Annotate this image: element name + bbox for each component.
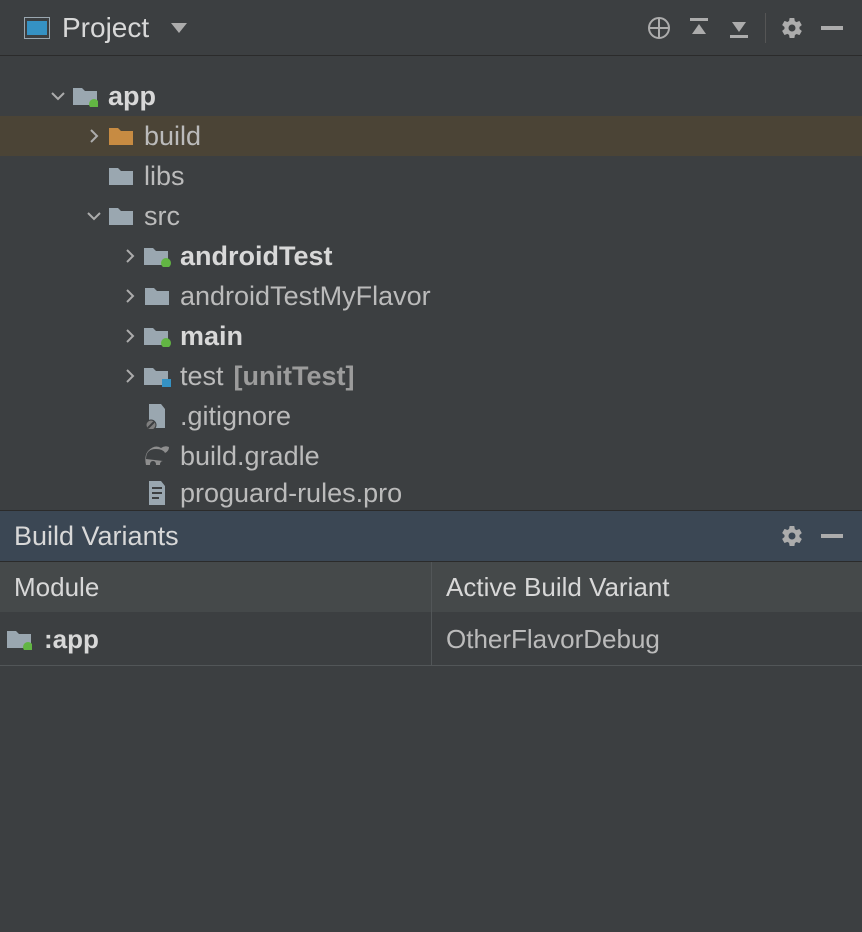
tree-item-app[interactable]: app <box>0 76 862 116</box>
module-folder-icon <box>6 628 36 650</box>
tree-item-androidTestMyFlavor[interactable]: androidTestMyFlavor <box>0 276 862 316</box>
active-variant-value: OtherFlavorDebug <box>446 626 660 652</box>
folder-icon <box>142 285 172 307</box>
tree-label: build <box>144 123 201 150</box>
module-folder-icon <box>70 85 100 107</box>
tree-label: .gitignore <box>180 403 291 430</box>
column-header-variant[interactable]: Active Build Variant <box>432 562 862 612</box>
tree-label: main <box>180 323 243 350</box>
source-folder-icon <box>142 325 172 347</box>
chevron-right-icon <box>82 128 106 144</box>
tree-label: app <box>108 83 156 110</box>
expand-all-button[interactable] <box>679 8 719 48</box>
build-variants-header: Build Variants <box>0 510 862 562</box>
tree-label: proguard-rules.pro <box>180 480 402 507</box>
hide-button[interactable] <box>812 8 852 48</box>
tree-item-androidTest[interactable]: androidTest <box>0 236 862 276</box>
project-title: Project <box>62 14 149 42</box>
tree-label: build.gradle <box>180 443 320 470</box>
project-tree[interactable]: app build libs src a <box>0 56 862 510</box>
table-row[interactable]: :app OtherFlavorDebug <box>0 612 862 666</box>
column-header-module[interactable]: Module <box>0 562 432 612</box>
tree-label: androidTest <box>180 243 333 270</box>
tree-item-proguard[interactable]: proguard-rules.pro <box>0 476 862 510</box>
tree-item-truncated[interactable] <box>0 60 862 76</box>
tree-item-build-gradle[interactable]: build.gradle <box>0 436 862 476</box>
chevron-down-icon <box>82 208 106 224</box>
gradle-file-icon <box>142 445 172 467</box>
tree-label: test <box>180 363 224 390</box>
tree-item-main[interactable]: main <box>0 316 862 356</box>
tree-label: libs <box>144 163 185 190</box>
chevron-down-icon <box>171 23 187 33</box>
project-toolbar: Project <box>0 0 862 56</box>
folder-icon <box>106 165 136 187</box>
chevron-right-icon <box>118 248 142 264</box>
folder-icon <box>106 205 136 227</box>
test-source-folder-icon <box>142 245 172 267</box>
folder-icon <box>106 125 136 147</box>
tree-item-libs[interactable]: libs <box>0 156 862 196</box>
project-view-selector[interactable]: Project <box>24 14 187 42</box>
chevron-down-icon <box>46 88 70 104</box>
text-file-icon <box>142 480 172 506</box>
tree-item-test[interactable]: test [unitTest] <box>0 356 862 396</box>
build-variants-title: Build Variants <box>14 523 179 550</box>
collapse-all-button[interactable] <box>719 8 759 48</box>
project-icon <box>24 17 50 39</box>
tree-label: src <box>144 203 180 230</box>
chevron-right-icon <box>118 288 142 304</box>
chevron-right-icon <box>118 328 142 344</box>
hide-button[interactable] <box>812 516 852 556</box>
toolbar-divider <box>765 13 766 43</box>
tree-item-gitignore[interactable]: .gitignore <box>0 396 862 436</box>
select-opened-file-button[interactable] <box>639 8 679 48</box>
table-header: Module Active Build Variant <box>0 562 862 612</box>
build-variants-table: Module Active Build Variant :app OtherFl… <box>0 562 862 932</box>
settings-button[interactable] <box>772 516 812 556</box>
test-folder-icon <box>142 365 172 387</box>
tree-item-src[interactable]: src <box>0 196 862 236</box>
tree-label: androidTestMyFlavor <box>180 283 431 310</box>
tree-item-build[interactable]: build <box>0 116 862 156</box>
tree-label-suffix: [unitTest] <box>234 363 355 390</box>
build-variants-empty-area <box>0 666 862 932</box>
chevron-right-icon <box>118 368 142 384</box>
module-name: :app <box>44 626 99 652</box>
active-variant-cell[interactable]: OtherFlavorDebug <box>432 612 862 665</box>
settings-button[interactable] <box>772 8 812 48</box>
gitignore-file-icon <box>142 403 172 429</box>
